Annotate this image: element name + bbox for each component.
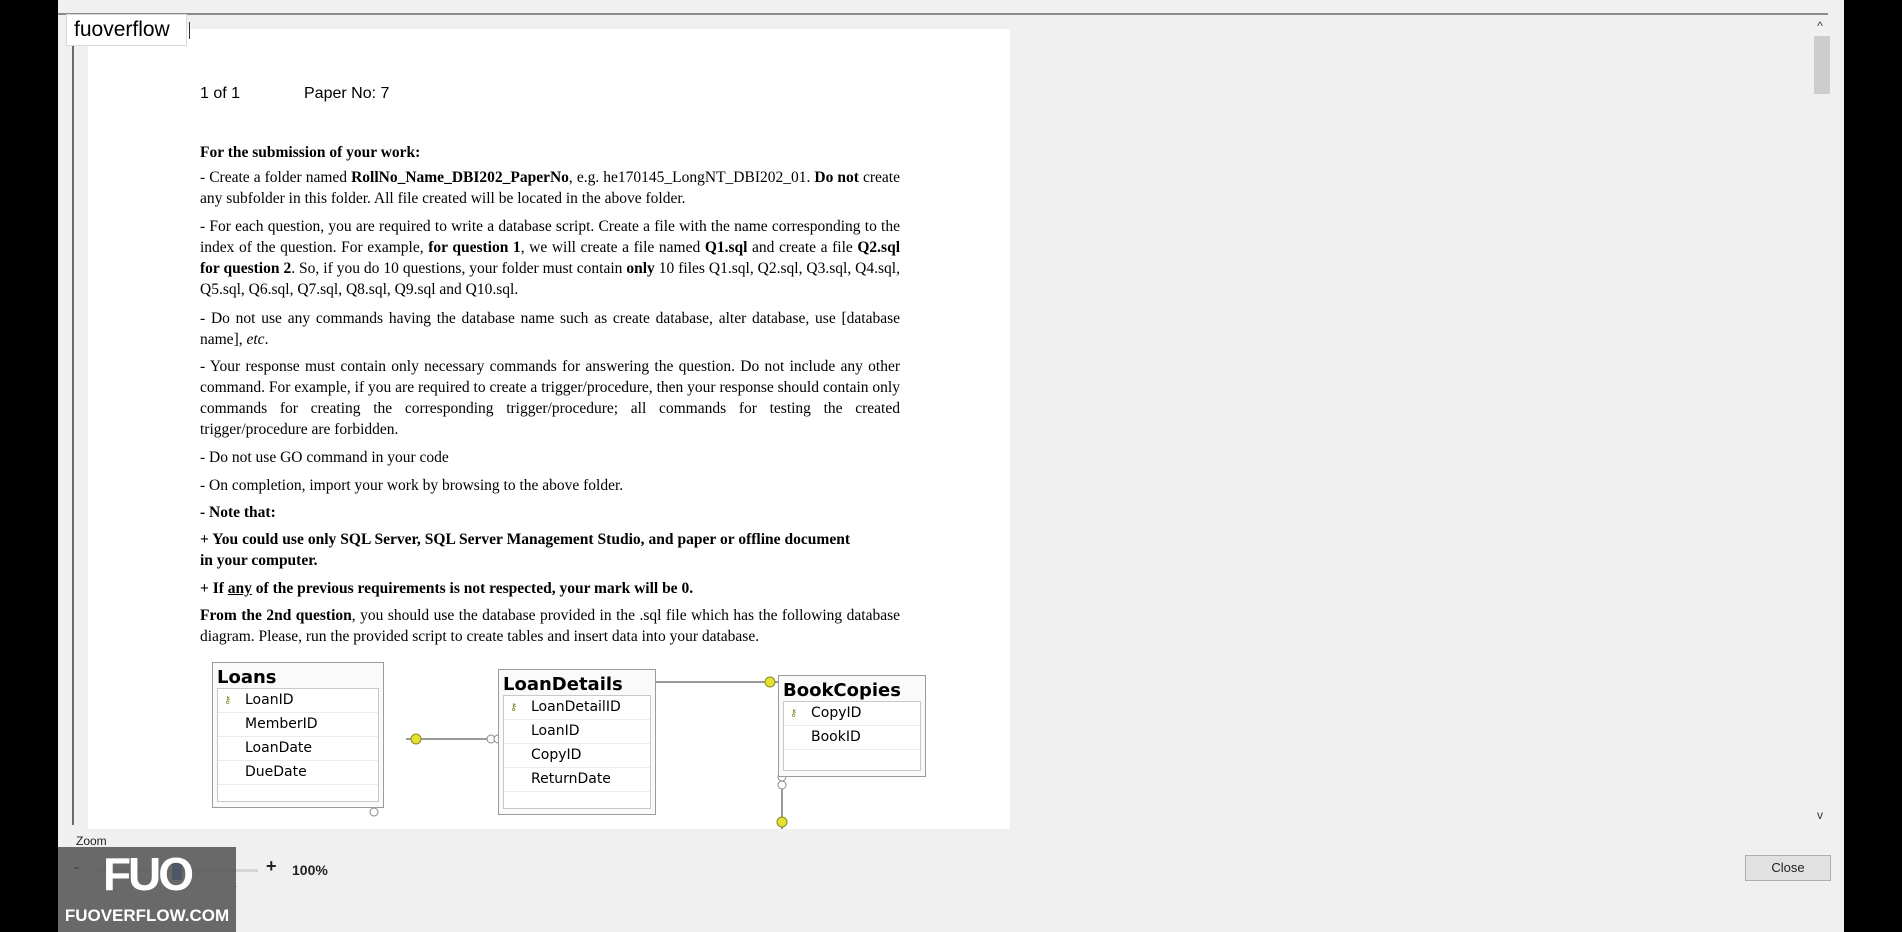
zoom-in-button[interactable]: + [266,856,277,877]
zoom-label: Zoom [76,834,107,848]
text-caret [189,22,190,39]
table-title: Loans [217,667,277,688]
table-loandetails: LoanDetails ⚷ LoanDetailID LoanID CopyID … [498,669,656,815]
column-row: ⚷ LoanID [218,689,378,713]
left-border [72,17,74,825]
key-icon: ⚷ [790,708,798,719]
scroll-thumb[interactable] [1814,36,1830,94]
column-row: LoanID [504,720,650,744]
scroll-up-icon[interactable]: ^ [1810,17,1830,35]
vertical-scrollbar[interactable]: ^ v [1810,17,1830,825]
key-icon: ⚷ [510,702,518,713]
top-border [58,13,1828,15]
column-row: ⚷ CopyID [784,702,920,726]
watermark: FUO FUOVERFLOW.COM [58,847,236,932]
column-row: BookID [784,726,920,750]
column-list: ⚷ LoanDetailID LoanID CopyID ReturnDate [503,695,651,809]
column-row: ReturnDate [504,768,650,792]
column-row: DueDate [218,761,378,785]
document-page: 1 of 1 Paper No: 7 For the submission of… [88,29,1010,829]
close-button[interactable]: Close [1745,855,1831,881]
table-title: LoanDetails [503,674,623,695]
document-tab[interactable]: fuoverflow [66,14,187,46]
column-row: MemberID [218,713,378,737]
watermark-site: FUOVERFLOW.COM [64,906,230,925]
table-bookcopies: BookCopies ⚷ CopyID BookID [778,675,926,777]
column-row: CopyID [504,744,650,768]
column-list: ⚷ LoanID MemberID LoanDate DueDate [217,688,379,802]
table-loans: Loans ⚷ LoanID MemberID LoanDate DueDate [212,662,384,808]
scroll-down-icon[interactable]: v [1810,806,1830,824]
column-list: ⚷ CopyID BookID [783,701,921,771]
zoom-value: 100% [292,862,328,878]
table-title: BookCopies [783,680,901,701]
watermark-logo: FUO [102,848,194,900]
column-row: LoanDate [218,737,378,761]
column-row: ⚷ LoanDetailID [504,696,650,720]
key-icon: ⚷ [224,695,232,706]
document-viewer-window: 1 of 1 Paper No: 7 For the submission of… [58,0,1844,932]
